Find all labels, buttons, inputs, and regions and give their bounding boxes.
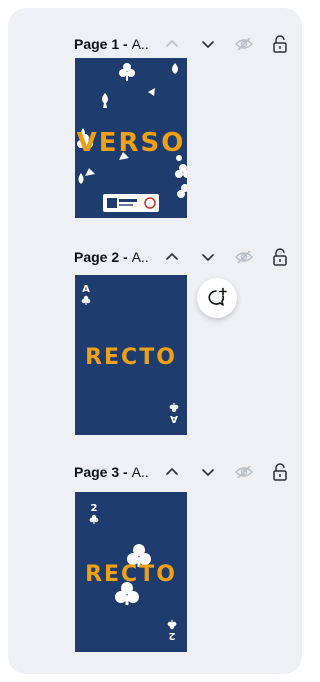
lock-icon[interactable] — [270, 462, 290, 482]
page-2-corner-bottom: A — [169, 400, 179, 424]
page-1-title[interactable]: Page 1 - A.. — [74, 36, 149, 52]
chevron-up-icon[interactable] — [162, 247, 182, 267]
page-1-title-subtitle: A.. — [131, 36, 149, 52]
page-3-title-subtitle: A.. — [131, 464, 149, 480]
page-2-corner-bottom-rank: A — [170, 413, 178, 424]
page-2-title-label: Page 2 - — [74, 249, 132, 265]
lock-icon[interactable] — [270, 247, 290, 267]
club-icon — [169, 403, 179, 413]
pages-panel: Page 1 - A.. VERSO Page 2 - A.. A RECTO … — [8, 8, 302, 674]
page-3-title[interactable]: Page 3 - A.. — [74, 464, 149, 480]
page-1-title-label: Page 1 - — [74, 36, 132, 52]
page-2-title[interactable]: Page 2 - A.. — [74, 249, 149, 265]
chevron-down-icon — [198, 462, 218, 482]
page-2-header: Page 2 - A.. — [8, 243, 302, 271]
add-comment-button[interactable] — [197, 278, 237, 318]
page-1-card-word: VERSO — [76, 128, 186, 158]
eye-off-icon[interactable] — [234, 247, 254, 267]
page-3-thumbnail[interactable]: 2 RECTO 2 — [75, 492, 187, 652]
logo — [103, 194, 159, 212]
chevron-down-icon[interactable] — [198, 247, 218, 267]
page-1-thumbnail[interactable]: VERSO — [75, 58, 187, 218]
club-icon — [167, 620, 177, 630]
page-3-card-word: RECTO — [85, 562, 177, 587]
triangle-shape — [148, 88, 155, 96]
page-3-corner-bottom-rank: 2 — [168, 630, 176, 641]
club-icon — [119, 63, 135, 81]
chevron-down-icon[interactable] — [198, 34, 218, 54]
page-3-corner-bottom: 2 — [167, 617, 177, 641]
page-2-card-word: RECTO — [85, 345, 177, 370]
chevron-up-icon — [162, 34, 182, 54]
page-3-header: Page 3 - A.. — [8, 458, 302, 486]
page-1-header: Page 1 - A.. — [8, 30, 302, 58]
add-comment-icon — [208, 287, 227, 306]
spade-icon — [172, 63, 178, 74]
page-2-thumbnail[interactable]: A RECTO A — [75, 275, 187, 435]
page-2-title-subtitle: A.. — [131, 249, 149, 265]
page-2-corner-top: A — [81, 285, 91, 308]
club-icon — [81, 295, 91, 305]
page-2-corner-top-rank: A — [82, 284, 90, 295]
chevron-up-icon[interactable] — [162, 462, 182, 482]
eye-off-icon[interactable] — [234, 462, 254, 482]
lock-icon[interactable] — [270, 34, 290, 54]
page-3-title-label: Page 3 - — [74, 464, 132, 480]
spade-icon — [102, 93, 108, 108]
eye-off-icon[interactable] — [234, 34, 254, 54]
